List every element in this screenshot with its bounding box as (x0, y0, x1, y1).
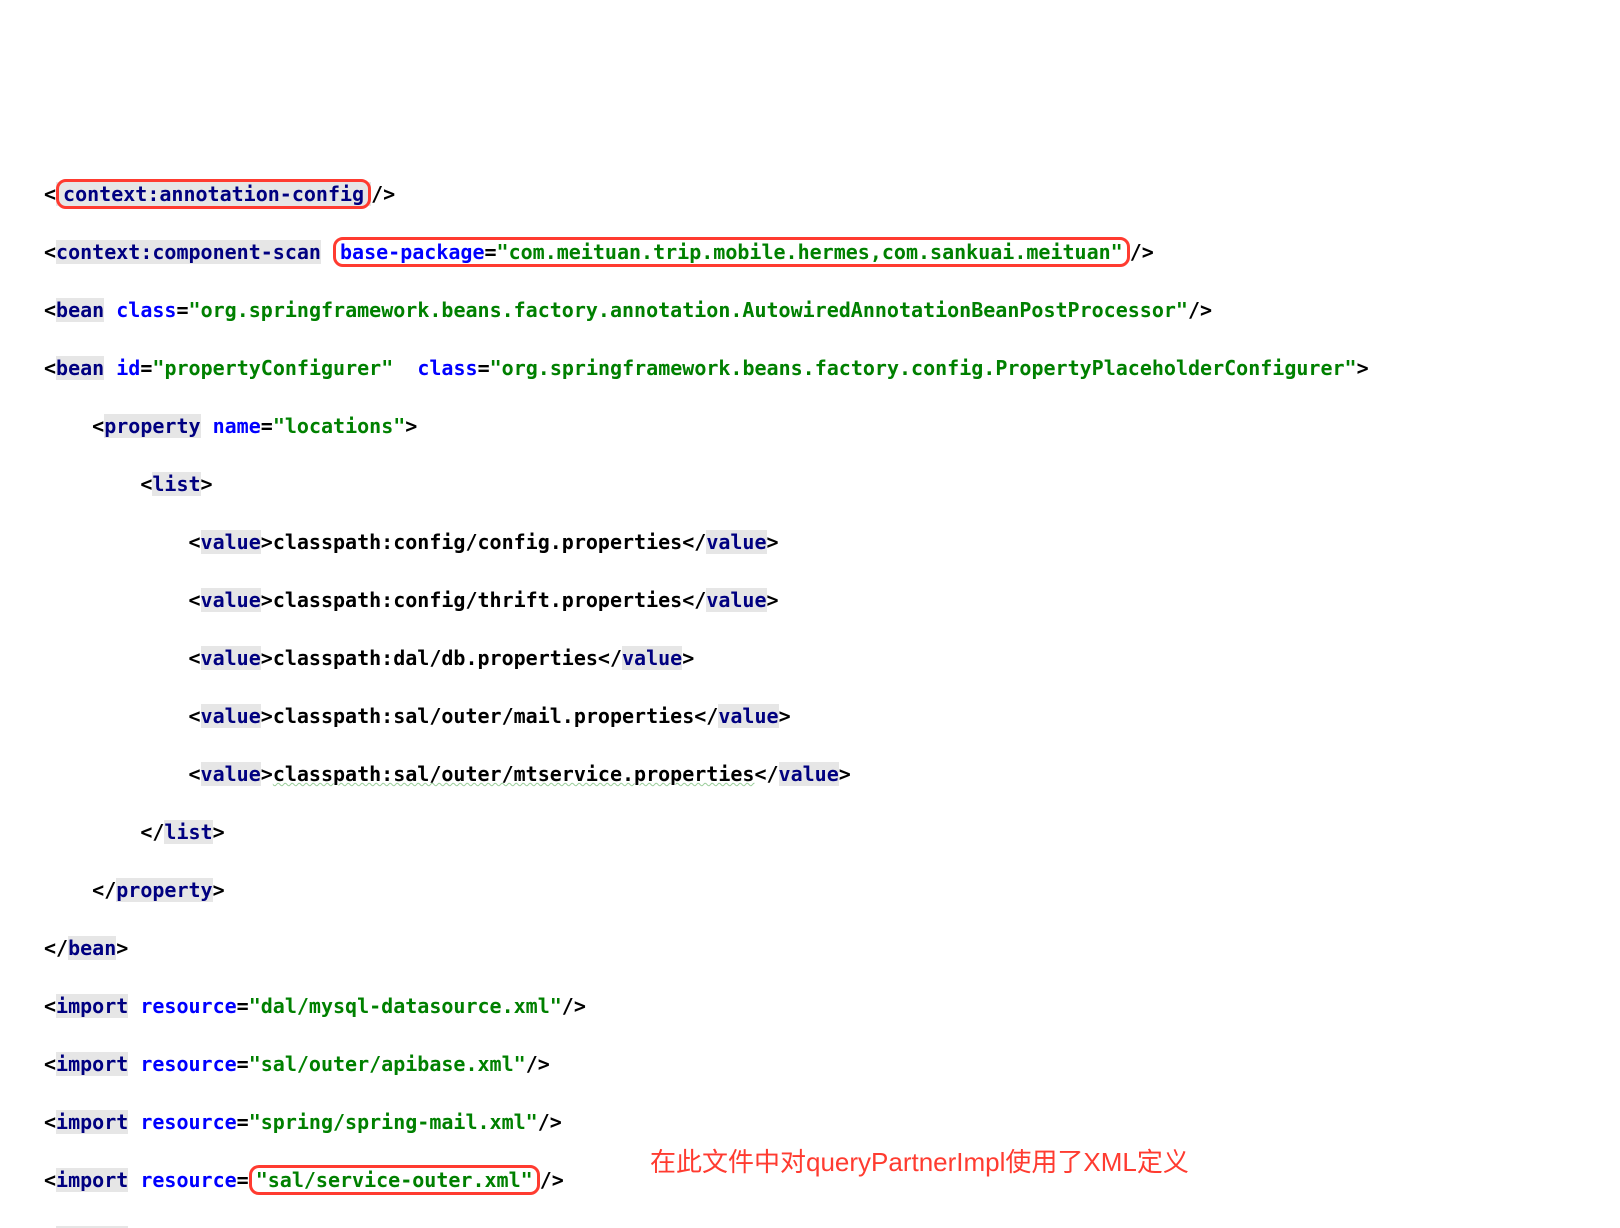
xml-tag: value (201, 646, 261, 670)
xml-text: classpath:dal/db.properties (273, 646, 598, 670)
code-line: <import resource="dal/mysql-datasource.x… (0, 992, 1620, 1021)
code-line: <property name="locations"> (0, 412, 1620, 441)
xml-attr: class (116, 298, 176, 322)
xml-code-block: <context:annotation-config/> <context:co… (0, 116, 1620, 1228)
xml-tag: property (104, 414, 200, 438)
code-line: <value>classpath:dal/db.properties</valu… (0, 644, 1620, 673)
code-line: <value>classpath:sal/outer/mail.properti… (0, 702, 1620, 731)
xml-tag: import (56, 1110, 128, 1134)
xml-attr: name (213, 414, 261, 438)
xml-tag: import (56, 994, 128, 1018)
xml-text: classpath:sal/outer/mail.properties (273, 704, 694, 728)
annotation-text: 在此文件中对queryPartnerImpl使用了XML定义 (650, 1148, 1189, 1177)
xml-tag: value (201, 762, 261, 786)
xml-tag: value (201, 588, 261, 612)
xml-tag: import (56, 1168, 128, 1192)
xml-attr: resource (140, 1052, 236, 1076)
xml-val: org.springframework.beans.factory.config… (502, 356, 1345, 380)
xml-tag: context:annotation-config (63, 182, 364, 206)
code-line: </bean> (0, 934, 1620, 963)
xml-val: spring/spring-mail.xml (261, 1110, 526, 1134)
code-line: <value>classpath:sal/outer/mtservice.pro… (0, 760, 1620, 789)
code-line: <value>classpath:config/config.propertie… (0, 528, 1620, 557)
xml-tag: bean (56, 356, 104, 380)
xml-close: list (164, 820, 212, 844)
xml-close: bean (68, 936, 116, 960)
xml-text: classpath:sal/outer/mtservice.properties (273, 762, 755, 786)
xml-attr: resource (140, 1226, 236, 1228)
xml-text: classpath:config/config.properties (273, 530, 682, 554)
xml-close: value (622, 646, 682, 670)
xml-attr: base-package (340, 240, 485, 264)
xml-val: locations (285, 414, 393, 438)
xml-close: value (718, 704, 778, 728)
code-line: </property> (0, 876, 1620, 905)
xml-close: value (706, 530, 766, 554)
xml-val: dal/mysql-datasource.xml (261, 994, 550, 1018)
xml-val: com.meituan.trip.mobile.hermes,com.sanku… (509, 240, 1111, 264)
code-line: </list> (0, 818, 1620, 847)
xml-val: org.springframework.beans.factory.annota… (201, 298, 1176, 322)
xml-val: sal/service-thrift.xml (261, 1226, 526, 1228)
code-line: <import resource="sal/service-outer.xml"… (0, 1166, 1620, 1195)
xml-val: sal/service-outer.xml (268, 1168, 521, 1192)
code-line: <bean id="propertyConfigurer" class="org… (0, 354, 1620, 383)
xml-text: classpath:config/thrift.properties (273, 588, 682, 612)
code-line: <value>classpath:config/thrift.propertie… (0, 586, 1620, 615)
xml-tag: list (152, 472, 200, 496)
code-line: <import resource="sal/service-thrift.xml… (0, 1224, 1620, 1228)
xml-close: property (116, 878, 212, 902)
xml-tag: bean (56, 298, 104, 322)
code-line: <context:annotation-config/> (0, 180, 1620, 209)
xml-close: value (706, 588, 766, 612)
xml-close: value (779, 762, 839, 786)
xml-attr: class (417, 356, 477, 380)
xml-tag: context:component-scan (56, 240, 321, 264)
code-line: <import resource="spring/spring-mail.xml… (0, 1108, 1620, 1137)
xml-tag: value (201, 704, 261, 728)
xml-attr: resource (140, 994, 236, 1018)
code-line: <bean class="org.springframework.beans.f… (0, 296, 1620, 325)
code-line: <context:component-scan base-package="co… (0, 238, 1620, 267)
xml-val: propertyConfigurer (164, 356, 381, 380)
xml-tag: value (201, 530, 261, 554)
xml-tag: import (56, 1052, 128, 1076)
xml-attr: id (116, 356, 140, 380)
xml-attr: resource (140, 1110, 236, 1134)
code-line: <list> (0, 470, 1620, 499)
code-line: <import resource="sal/outer/apibase.xml"… (0, 1050, 1620, 1079)
xml-tag: import (56, 1226, 128, 1228)
xml-attr: resource (140, 1168, 236, 1192)
xml-val: sal/outer/apibase.xml (261, 1052, 514, 1076)
